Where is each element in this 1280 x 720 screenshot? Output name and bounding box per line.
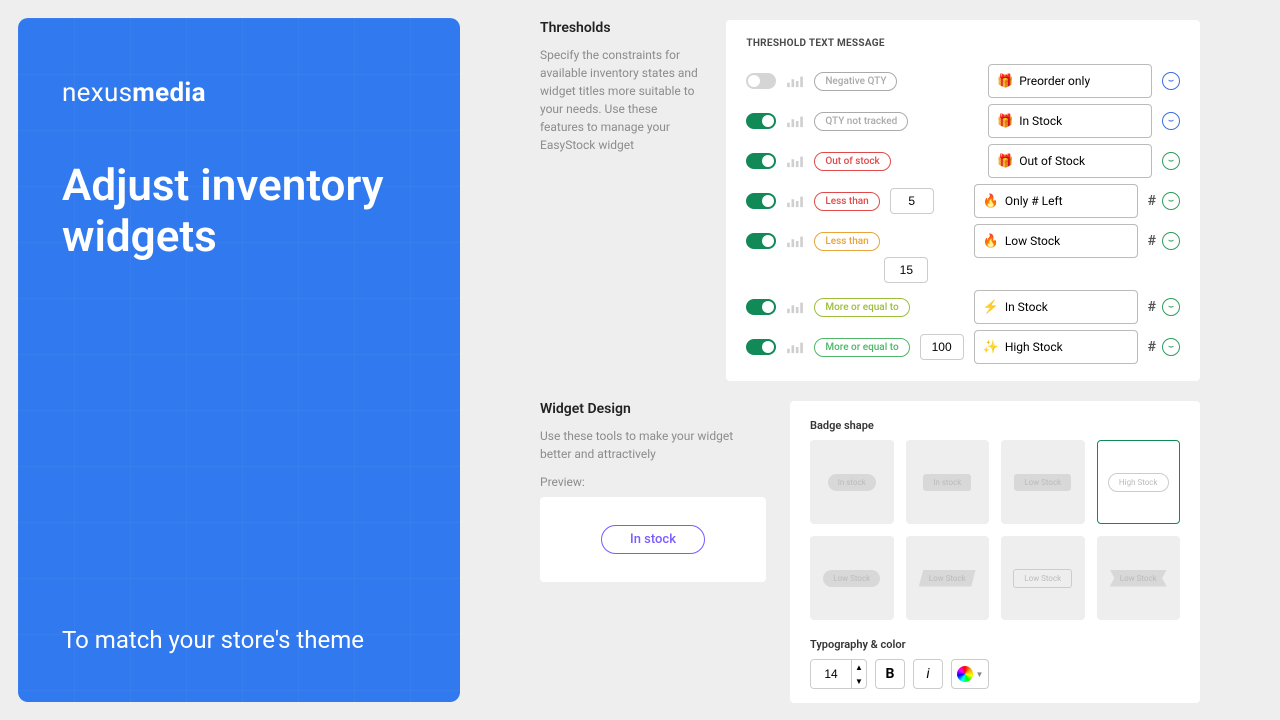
threshold-toggle[interactable] — [746, 339, 776, 355]
threshold-toggle[interactable] — [746, 153, 776, 169]
threshold-toggle[interactable] — [746, 193, 776, 209]
badge-shape-label: Badge shape — [810, 419, 1180, 432]
condition-badge: Out of stock — [814, 152, 890, 171]
badge-shape-option[interactable]: Low Stock — [906, 536, 990, 620]
badge-preview: Low Stock — [1013, 569, 1072, 588]
emoji-icon: ⚡ — [983, 300, 999, 315]
condition-badge: More or equal to — [814, 338, 909, 357]
threshold-message-input[interactable]: 🎁Out of Stock — [988, 144, 1152, 178]
emoji-picker-icon[interactable]: ⌣ — [1162, 298, 1180, 316]
threshold-value-input[interactable] — [890, 188, 934, 214]
bar-chart-icon — [786, 340, 804, 354]
bar-chart-icon — [786, 194, 804, 208]
chevron-down-icon: ▼ — [976, 670, 984, 679]
badge-shape-option[interactable]: Low Stock — [1001, 536, 1085, 620]
condition-badge: Negative QTY — [814, 72, 897, 91]
threshold-row: More or equal to ⚡In Stock # ⌣ — [746, 287, 1180, 327]
badge-shape-option[interactable]: Low Stock — [1001, 440, 1085, 524]
threshold-row: More or equal to ✨High Stock # ⌣ — [746, 327, 1180, 367]
preview-label: Preview: — [540, 475, 766, 489]
bold-button[interactable]: B — [875, 659, 905, 689]
threshold-toggle[interactable] — [746, 73, 776, 89]
bar-chart-icon — [786, 74, 804, 88]
preview-badge: In stock — [601, 525, 705, 554]
badge-preview: Low Stock — [919, 570, 976, 587]
emoji-icon: 🎁 — [997, 74, 1013, 89]
badge-shape-option[interactable]: In stock — [906, 440, 990, 524]
hash-icon[interactable]: # — [1148, 193, 1156, 209]
condition-badge: Less than — [814, 192, 879, 211]
color-wheel-icon — [957, 666, 973, 682]
threshold-row: QTY not tracked 🎁In Stock ⌣ — [746, 101, 1180, 141]
design-desc: Use these tools to make your widget bett… — [540, 427, 766, 463]
preview-box: In stock — [540, 497, 766, 582]
threshold-message-input[interactable]: 🎁Preorder only — [988, 64, 1152, 98]
step-down-icon[interactable]: ▼ — [852, 674, 866, 688]
font-size-input[interactable] — [811, 660, 851, 688]
threshold-message-input[interactable]: ⚡In Stock — [974, 290, 1138, 324]
badge-preview: In stock — [923, 474, 971, 491]
bar-chart-icon — [786, 234, 804, 248]
hash-icon[interactable]: # — [1148, 299, 1156, 315]
emoji-icon: 🎁 — [997, 114, 1013, 129]
italic-button[interactable]: i — [913, 659, 943, 689]
threshold-message-input[interactable]: 🔥Low Stock — [974, 224, 1138, 258]
emoji-picker-icon[interactable]: ⌣ — [1162, 112, 1180, 130]
threshold-panel-label: THRESHOLD TEXT MESSAGE — [746, 38, 1180, 49]
badge-preview: High Stock — [1108, 473, 1169, 492]
emoji-icon: 🔥 — [983, 234, 999, 249]
threshold-toggle[interactable] — [746, 113, 776, 129]
emoji-picker-icon[interactable]: ⌣ — [1162, 338, 1180, 356]
bar-chart-icon — [786, 114, 804, 128]
bar-chart-icon — [786, 154, 804, 168]
emoji-icon: 🎁 — [997, 154, 1013, 169]
emoji-picker-icon[interactable]: ⌣ — [1162, 152, 1180, 170]
condition-badge: QTY not tracked — [814, 112, 908, 131]
threshold-row: Out of stock 🎁Out of Stock ⌣ — [746, 141, 1180, 181]
emoji-icon: ✨ — [983, 340, 999, 355]
condition-badge: Less than — [814, 232, 879, 251]
hero-title: Adjust inventory widgets — [62, 160, 416, 261]
threshold-row: Less than 🔥Only # Left # ⌣ — [746, 181, 1180, 221]
badge-preview: Low Stock — [1014, 474, 1071, 491]
threshold-row: Negative QTY 🎁Preorder only ⌣ — [746, 61, 1180, 101]
hero-tagline: To match your store's theme — [62, 622, 416, 658]
emoji-icon: 🔥 — [983, 194, 999, 209]
badge-shape-option[interactable]: In stock — [810, 440, 894, 524]
threshold-value-input[interactable] — [884, 257, 928, 283]
brand-logo: nexusmedia — [62, 78, 416, 108]
emoji-picker-icon[interactable]: ⌣ — [1162, 72, 1180, 90]
step-up-icon[interactable]: ▲ — [852, 660, 866, 674]
threshold-row: Less than 🔥Low Stock # ⌣ — [746, 221, 1180, 261]
thresholds-title: Thresholds — [540, 20, 702, 36]
typography-label: Typography & color — [810, 638, 1180, 651]
badge-preview: Low Stock — [1110, 570, 1167, 587]
badge-shape-option[interactable]: High Stock — [1097, 440, 1181, 524]
emoji-picker-icon[interactable]: ⌣ — [1162, 232, 1180, 250]
hero-panel: nexusmedia Adjust inventory widgets To m… — [18, 18, 460, 702]
threshold-toggle[interactable] — [746, 233, 776, 249]
badge-shape-option[interactable]: Low Stock — [810, 536, 894, 620]
threshold-message-input[interactable]: 🔥Only # Left — [974, 184, 1138, 218]
thresholds-desc: Specify the constraints for available in… — [540, 46, 702, 154]
badge-preview: Low Stock — [823, 570, 880, 587]
badge-preview: In stock — [828, 474, 876, 491]
condition-badge: More or equal to — [814, 298, 909, 317]
threshold-message-input[interactable]: ✨High Stock — [974, 330, 1138, 364]
hash-icon[interactable]: # — [1148, 339, 1156, 355]
font-size-stepper[interactable]: ▲▼ — [810, 659, 867, 689]
design-title: Widget Design — [540, 401, 766, 417]
threshold-message-input[interactable]: 🎁In Stock — [988, 104, 1152, 138]
threshold-toggle[interactable] — [746, 299, 776, 315]
hash-icon[interactable]: # — [1148, 233, 1156, 249]
emoji-picker-icon[interactable]: ⌣ — [1162, 192, 1180, 210]
threshold-value-input[interactable] — [920, 334, 964, 360]
color-picker[interactable]: ▼ — [951, 659, 989, 689]
badge-shape-option[interactable]: Low Stock — [1097, 536, 1181, 620]
bar-chart-icon — [786, 300, 804, 314]
